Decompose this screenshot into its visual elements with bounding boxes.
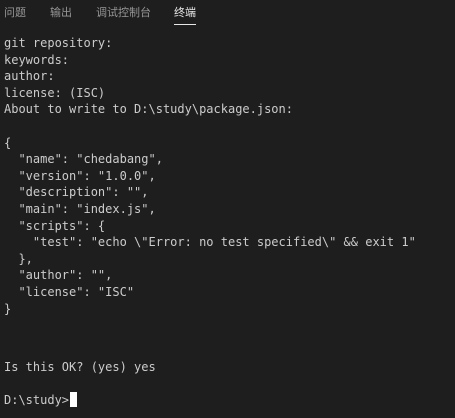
terminal-line: keywords: — [4, 52, 70, 67]
terminal-line: "description": "", — [4, 185, 149, 200]
terminal-line: { — [4, 135, 12, 150]
terminal-line: } — [4, 301, 12, 316]
terminal-prompt-line[interactable]: D:\study> — [4, 392, 78, 409]
terminal-output[interactable]: git repository: keywords: author: licens… — [4, 35, 452, 415]
terminal-line: "author": "", — [4, 268, 113, 283]
tab-debug-console[interactable]: 调试控制台 — [96, 6, 151, 20]
panel-tab-bar: 问题 输出 调试控制台 终端 — [0, 0, 455, 28]
tab-output[interactable]: 输出 — [50, 6, 72, 20]
terminal-line: license: (ISC) — [4, 85, 106, 100]
terminal-line: "scripts": { — [4, 218, 106, 233]
terminal-line: About to write to D:\study\package.json: — [4, 102, 293, 117]
terminal-line: git repository: — [4, 36, 113, 50]
terminal-line: "version": "1.0.0", — [4, 168, 156, 183]
terminal-line: "license": "ISC" — [4, 285, 135, 299]
tab-terminal[interactable]: 终端 — [174, 6, 196, 25]
terminal-line: }, — [4, 251, 33, 266]
terminal-line: "test": "echo \"Error: no test specified… — [4, 235, 416, 250]
terminal-line: Is this OK? (yes) yes — [4, 360, 156, 374]
terminal-prompt: D:\study> — [4, 393, 70, 407]
tab-problems[interactable]: 问题 — [4, 6, 26, 20]
terminal-line: author: — [4, 69, 55, 84]
terminal-line: "name": "chedabang", — [4, 152, 163, 167]
terminal-cursor — [70, 392, 78, 407]
terminal-line: "main": "index.js", — [4, 202, 156, 216]
